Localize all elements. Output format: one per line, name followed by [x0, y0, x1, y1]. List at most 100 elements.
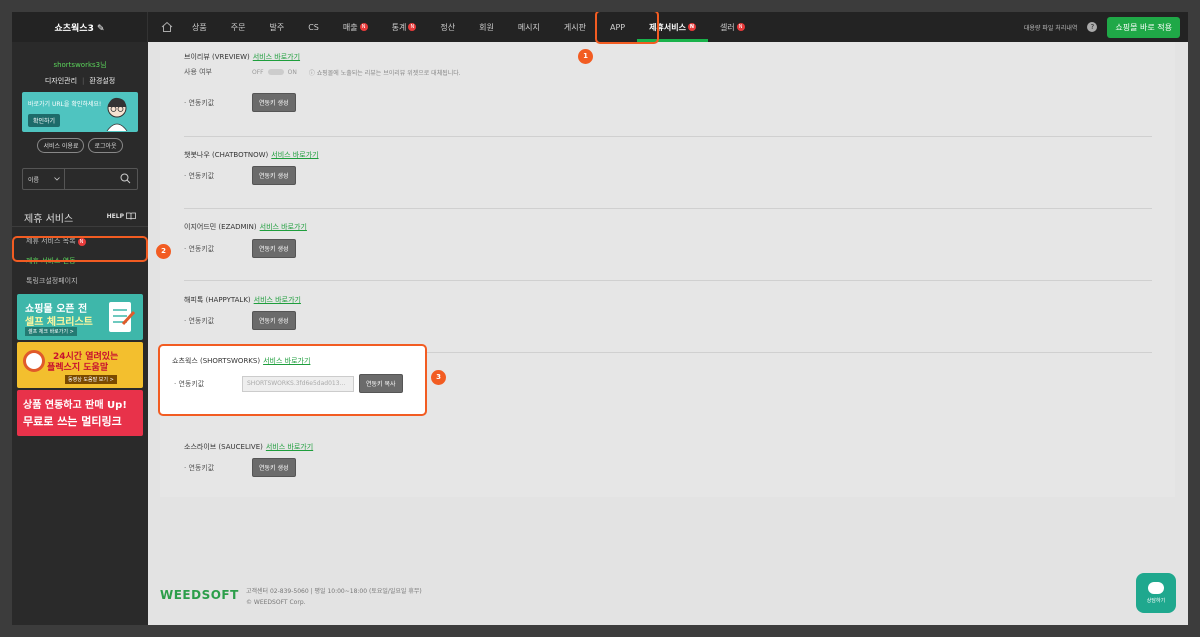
nav-item-settlement[interactable]: 정산	[428, 12, 467, 42]
ezadmin-key-row: · 연동키값 연동키 생성	[184, 239, 296, 258]
generate-key-button[interactable]: 연동키 생성	[252, 458, 296, 477]
vreview-use-row: 사용 여부 OFF ON ⓘ 쇼핑몰에 노출되는 리뷰는 브이리뷰 위젯으로 대체…	[184, 66, 461, 78]
service-shortcut-link[interactable]: 서비스 바로가기	[266, 443, 313, 451]
nav-item-members[interactable]: 회원	[467, 12, 506, 42]
service-chatbotnow: 챗봇나우 (CHATBOTNOW) 서비스 바로가기	[184, 150, 319, 160]
home-icon[interactable]	[160, 20, 174, 34]
service-name: 해피톡 (HAPPYTALK) 서비스 바로가기	[184, 295, 301, 305]
nav-label: 매출	[342, 22, 358, 32]
nav-item-stats[interactable]: 통계 N	[380, 12, 429, 42]
key-label: · 연동키값	[184, 244, 215, 253]
apply-to-shop-button[interactable]: 쇼핑몰 바로 적용	[1107, 16, 1180, 38]
service-name: 소스라이브 (SAUCELIVE) 서비스 바로가기	[184, 442, 313, 452]
nav-item-purchase[interactable]: 발주	[257, 12, 296, 42]
ad-line: 상품 연동하고 판매 Up!	[23, 400, 127, 411]
main-menu: 상품 주문 발주 CS 매출 N 통계 N 정산 회원 메시지 게시판 APP 제휴…	[180, 12, 757, 42]
nav-label: 주문	[230, 22, 246, 32]
new-badge: N	[687, 23, 696, 31]
sidebar: shortsworks3님 디자인관리 | 환경설정 바로가기 URL을 확인하세요…	[12, 42, 148, 625]
new-badge: N	[736, 23, 745, 31]
service-shortcut-link[interactable]: 서비스 바로가기	[254, 296, 301, 304]
shortsworks-highlight-box: 쇼츠웍스 (SHORTSWORKS) 서비스 바로가기 · 연동키값 SHORTS…	[158, 344, 427, 416]
vreview-note: ⓘ 쇼핑몰에 노출되는 리뷰는 브이리뷰 위젯으로 대체됩니다.	[308, 69, 461, 77]
user-links: 디자인관리 | 환경설정	[12, 76, 148, 86]
logout-button[interactable]: 로그아웃	[88, 138, 123, 153]
nav-label: 셀러	[719, 22, 735, 32]
service-name: 쇼츠웍스 (SHORTSWORKS) 서비스 바로가기	[172, 356, 310, 366]
nav-item-sales[interactable]: 매출 N	[331, 12, 380, 42]
nav-label: 메시지	[517, 22, 540, 32]
key-label: · 연동키값	[184, 98, 215, 107]
new-badge: N	[408, 23, 417, 31]
nav-label: 상품	[192, 22, 207, 32]
service-name: 챗봇나우 (CHATBOTNOW) 서비스 바로가기	[184, 150, 319, 160]
sidebar-item-talklink[interactable]: 톡링크설정페이지	[26, 276, 78, 286]
select-value: 이름	[28, 176, 40, 184]
chatbotnow-key-row: · 연동키값 연동키 생성	[184, 166, 296, 185]
search-type-select[interactable]: 이름	[23, 169, 65, 189]
book-icon	[126, 212, 136, 220]
nav-item-product[interactable]: 상품	[180, 12, 219, 42]
shortsworks-key-row: · 연동키값 SHORTSWORKS.3fd6e5dad013... 연동키 복…	[174, 374, 403, 393]
nav-item-seller[interactable]: 셀러 N	[708, 12, 757, 42]
nav-label: 통계	[391, 22, 407, 32]
generate-key-button[interactable]: 연동키 생성	[252, 93, 296, 112]
checklist-icon	[109, 302, 135, 332]
design-manage-link[interactable]: 디자인관리	[45, 77, 77, 85]
chat-consult-button[interactable]: 상담하기	[1136, 573, 1176, 613]
search-icon[interactable]	[120, 173, 131, 186]
generate-key-button[interactable]: 연동키 생성	[252, 166, 296, 185]
service-shortcut-link[interactable]: 서비스 바로가기	[271, 151, 318, 159]
happytalk-key-row: · 연동키값 연동키 생성	[184, 311, 296, 330]
use-toggle[interactable]: OFF ON	[252, 69, 297, 76]
chat-label: 상담하기	[1146, 598, 1166, 604]
new-badge: N	[359, 23, 368, 31]
help-link[interactable]: HELP	[107, 212, 136, 220]
toggle-on-label: ON	[287, 68, 297, 76]
service-shortcut-link[interactable]: 서비스 바로가기	[263, 357, 310, 365]
step-marker-3: 3	[431, 370, 446, 385]
nav-item-cs[interactable]: CS	[296, 12, 331, 42]
multilink-banner[interactable]: 상품 연동하고 판매 Up! 무료로 쓰는 멀티링크	[17, 390, 143, 436]
generate-key-button[interactable]: 연동키 생성	[252, 239, 296, 258]
step-marker-2: 2	[156, 244, 171, 259]
settings-link[interactable]: 환경설정	[89, 77, 115, 85]
service-title: 챗봇나우 (CHATBOTNOW)	[184, 151, 269, 159]
nav-label: 발주	[269, 22, 285, 32]
nav-item-board[interactable]: 게시판	[552, 12, 598, 42]
generate-key-button[interactable]: 연동키 생성	[252, 311, 296, 330]
help-video-banner[interactable]: 24시간 열려있는 플렉스지 도움말 동영상 도움말 보기 >	[17, 342, 143, 388]
service-title: 이지어드민 (EZADMIN)	[184, 223, 257, 231]
key-label: · 연동키값	[184, 463, 215, 472]
service-title: 소스라이브 (SAUCELIVE)	[184, 443, 263, 451]
copy-key-button[interactable]: 연동키 복사	[359, 374, 403, 393]
footer-copyright: © WEEDSOFT Corp.	[246, 599, 306, 606]
brand-title[interactable]: 쇼츠웍스3 ✎	[12, 12, 148, 42]
chat-icon	[1148, 582, 1164, 594]
self-checklist-banner[interactable]: 쇼핑몰 오픈 전 셀프 체크리스트 셀프 체크 바로가기 >	[17, 294, 143, 340]
nav-item-message[interactable]: 메시지	[506, 12, 552, 42]
service-title: 쇼츠웍스 (SHORTSWORKS)	[172, 357, 261, 365]
service-shortcut-link[interactable]: 서비스 바로가기	[253, 53, 300, 61]
bulk-history-link[interactable]: 대용량 파일 처리내역	[1024, 23, 1078, 32]
footer-info: 고객센터 02-839-5060 | 평일 10:00~18:00 (토요일/일…	[246, 586, 422, 608]
nav-label: 정산	[440, 22, 456, 32]
saucelive-key-row: · 연동키값 연동키 생성	[184, 458, 296, 477]
service-shortcut-link[interactable]: 서비스 바로가기	[260, 223, 307, 231]
key-label: · 연동키값	[184, 171, 215, 180]
link-separator: |	[82, 77, 85, 85]
chevron-down-icon	[54, 177, 60, 181]
service-name: 브이리뷰 (VREVIEW) 서비스 바로가기	[184, 52, 300, 62]
help-label: HELP	[106, 212, 124, 220]
nav-item-order[interactable]: 주문	[219, 12, 258, 42]
help-icon[interactable]: ?	[1087, 22, 1098, 32]
service-fee-button[interactable]: 서비스 이용료	[37, 138, 85, 153]
key-label: · 연동키값	[184, 316, 215, 325]
banner-confirm-button[interactable]: 확인하기	[28, 114, 61, 127]
footer: WEEDSOFT 고객센터 02-839-5060 | 평일 10:00~18:…	[160, 552, 1175, 625]
ad-link: 동영상 도움말 보기 >	[65, 375, 117, 384]
key-value-input[interactable]: SHORTSWORKS.3fd6e5dad013...	[242, 375, 354, 392]
nav-right: 대용량 파일 처리내역 ? 쇼핑몰 바로 적용	[1024, 12, 1180, 42]
url-check-banner[interactable]: 바로가기 URL을 확인하세요! 확인하기	[22, 92, 138, 132]
divider	[184, 280, 1152, 281]
